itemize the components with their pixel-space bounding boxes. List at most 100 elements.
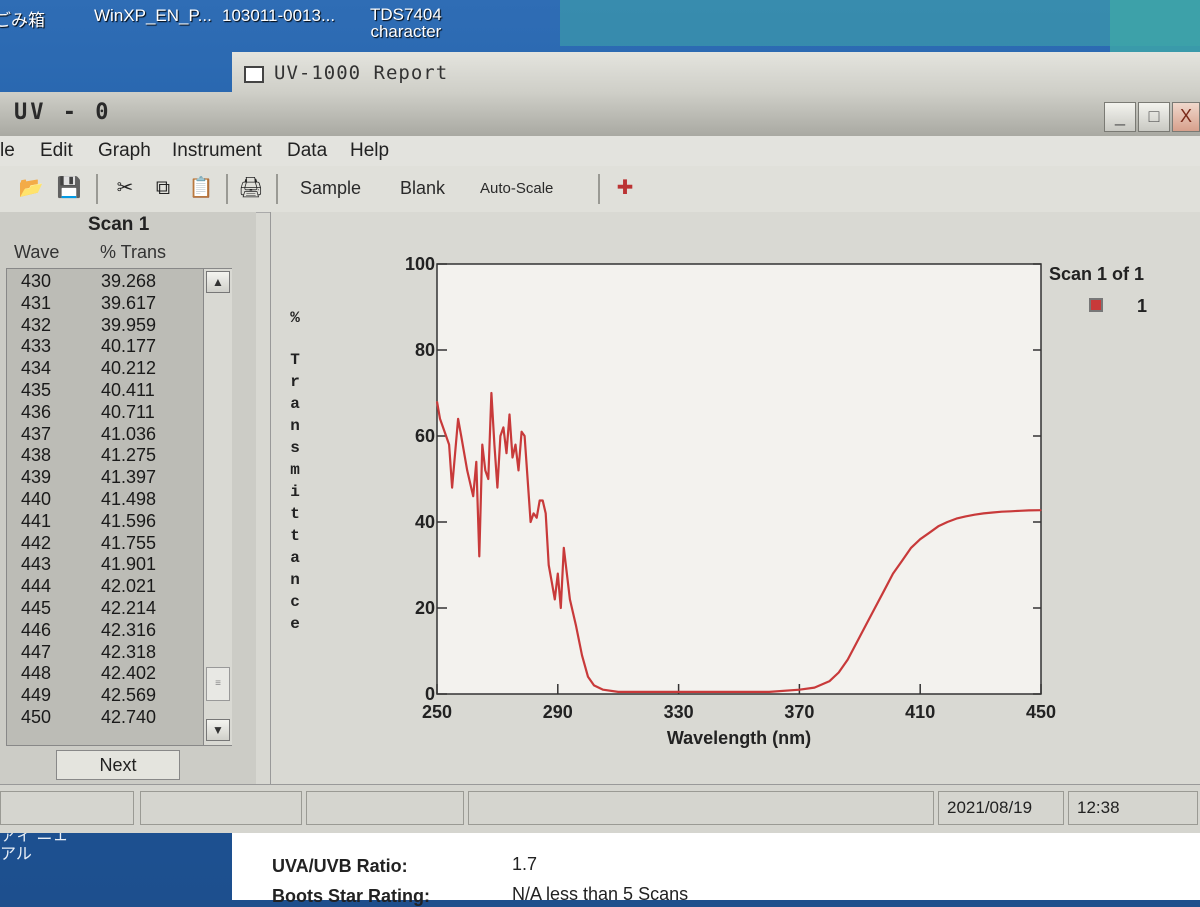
data-point bbox=[445, 435, 447, 437]
data-point bbox=[587, 676, 589, 678]
report-window-icon bbox=[244, 66, 264, 83]
data-point bbox=[678, 691, 680, 693]
scroll-thumb[interactable]: ≡ bbox=[206, 667, 230, 701]
save-icon[interactable]: 💾 bbox=[56, 176, 82, 200]
data-row[interactable]: 434 40.212 bbox=[7, 358, 203, 380]
toolbar-separator bbox=[96, 174, 98, 204]
scroll-down-icon[interactable]: ▼ bbox=[206, 719, 230, 741]
menu-instrument[interactable]: Instrument bbox=[172, 140, 262, 162]
data-row[interactable]: 443 41.901 bbox=[7, 554, 203, 576]
open-folder-icon[interactable]: 📂 bbox=[18, 176, 44, 200]
data-point bbox=[1001, 511, 1003, 513]
desktop-icon-winxp[interactable]: WinXP_EN_P... bbox=[94, 6, 212, 26]
wave-value: 450 bbox=[21, 707, 52, 727]
data-point bbox=[992, 511, 994, 514]
data-row[interactable]: 448 42.402 bbox=[7, 663, 203, 685]
paste-icon[interactable]: 📋 bbox=[188, 176, 214, 200]
data-row[interactable]: 436 40.711 bbox=[7, 402, 203, 424]
cut-icon[interactable]: ✂ bbox=[112, 176, 138, 200]
trans-value: 41.755 bbox=[101, 532, 157, 553]
print-icon[interactable]: 🖨 bbox=[238, 176, 264, 200]
status-cell bbox=[306, 791, 464, 825]
trans-value: 41.596 bbox=[101, 510, 157, 531]
data-point bbox=[964, 515, 967, 517]
data-row[interactable]: 439 41.397 bbox=[7, 467, 203, 489]
graph-panel: 0 20 40 60 80 100 250 290 330 370 410 450 Wavelength… bbox=[270, 212, 1200, 784]
status-date: 2021/08/19 bbox=[938, 791, 1064, 825]
data-point bbox=[602, 689, 604, 691]
trans-value: 42.402 bbox=[101, 663, 157, 684]
data-row[interactable]: 442 41.755 bbox=[7, 533, 203, 555]
data-point bbox=[856, 641, 858, 643]
uva-uvb-value: 1.7 bbox=[512, 854, 538, 874]
data-row[interactable]: 441 41.596 bbox=[7, 511, 203, 533]
data-point bbox=[632, 691, 634, 693]
minimize-button[interactable]: _ bbox=[1104, 102, 1136, 132]
auto-scale-button[interactable]: Auto-Scale bbox=[480, 180, 553, 197]
data-row[interactable]: 445 42.214 bbox=[7, 598, 203, 620]
data-point bbox=[533, 512, 535, 514]
desktop-bottom-text-line2: アル bbox=[0, 846, 32, 863]
desktop-icon-recycle-bin[interactable]: ごみ箱 bbox=[0, 6, 45, 31]
data-point bbox=[517, 469, 520, 471]
data-row[interactable]: 430 39.268 bbox=[7, 271, 203, 293]
data-point bbox=[527, 478, 529, 480]
data-list[interactable]: 450 42.740 449 42.569 448 42.402 447 42.318 446 4… bbox=[6, 268, 232, 746]
data-point bbox=[460, 435, 462, 437]
data-point bbox=[478, 555, 480, 557]
menu-edit[interactable]: Edit bbox=[40, 140, 73, 162]
data-row[interactable]: 433 40.177 bbox=[7, 336, 203, 358]
data-point bbox=[892, 573, 894, 575]
data-row[interactable]: 438 41.275 bbox=[7, 445, 203, 467]
copy-icon[interactable]: ⧉ bbox=[150, 176, 176, 200]
report-titlebar[interactable]: UV-1000 Report bbox=[232, 52, 1200, 92]
data-point bbox=[1040, 509, 1042, 511]
data-row[interactable]: 449 42.569 bbox=[7, 685, 203, 707]
data-row[interactable]: 437 41.036 bbox=[7, 424, 203, 446]
status-bar: 2021/08/19 12:38 bbox=[0, 784, 1200, 833]
data-row[interactable]: 444 42.021 bbox=[7, 576, 203, 598]
desktop-icon-tds7404[interactable]: TDS7404 character bbox=[370, 6, 442, 40]
data-row[interactable]: 450 42.740 bbox=[7, 707, 203, 729]
sample-button[interactable]: Sample bbox=[300, 178, 361, 199]
data-row[interactable]: 431 39.617 bbox=[7, 293, 203, 315]
crosshair-icon[interactable]: ✚ bbox=[612, 176, 638, 200]
data-point bbox=[560, 607, 562, 609]
wave-value: 449 bbox=[21, 685, 52, 706]
data-row[interactable]: 440 41.498 bbox=[7, 489, 203, 511]
data-row[interactable]: 446 42.316 bbox=[7, 620, 203, 642]
data-point bbox=[708, 691, 710, 693]
data-point bbox=[928, 532, 930, 534]
uv-titlebar[interactable]: UV - 0 _ □ X bbox=[0, 92, 1200, 136]
data-row[interactable]: 432 39.959 bbox=[7, 315, 203, 337]
maximize-button[interactable]: □ bbox=[1138, 102, 1170, 132]
menu-data[interactable]: Data bbox=[287, 140, 327, 162]
wave-value: 445 bbox=[21, 598, 52, 618]
desktop-icon-file[interactable]: 103011-0013... bbox=[222, 6, 335, 26]
menu-help[interactable]: Help bbox=[350, 140, 389, 162]
data-point bbox=[901, 560, 903, 562]
data-point bbox=[955, 518, 958, 520]
data-point bbox=[484, 469, 486, 471]
uv-main-window: UV - 0 _ □ X le Edit Graph Instrument Da… bbox=[0, 92, 1200, 833]
data-row[interactable]: 447 42.318 bbox=[7, 642, 203, 664]
trans-value: 41.397 bbox=[101, 467, 157, 488]
trans-value: 40.212 bbox=[101, 358, 157, 379]
data-point bbox=[439, 418, 441, 420]
toolbar-separator bbox=[598, 174, 600, 204]
menu-file[interactable]: le bbox=[0, 140, 15, 162]
data-point bbox=[511, 456, 514, 459]
data-point bbox=[865, 624, 867, 626]
data-point bbox=[536, 517, 538, 519]
next-button[interactable]: Next bbox=[56, 750, 180, 780]
data-list-scrollbar[interactable]: ▲ ≡ ▼ bbox=[203, 269, 232, 745]
blank-button[interactable]: Blank bbox=[400, 178, 445, 199]
data-point bbox=[502, 426, 504, 428]
data-point bbox=[563, 547, 565, 549]
menu-graph[interactable]: Graph bbox=[98, 140, 151, 162]
menu-bar: le Edit Graph Instrument Data Help bbox=[0, 136, 1200, 166]
data-row[interactable]: 435 40.411 bbox=[7, 380, 203, 402]
close-button[interactable]: X bbox=[1172, 102, 1200, 132]
desktop-icon-label: TDS7404 bbox=[370, 5, 442, 24]
scroll-up-icon[interactable]: ▲ bbox=[206, 271, 230, 293]
